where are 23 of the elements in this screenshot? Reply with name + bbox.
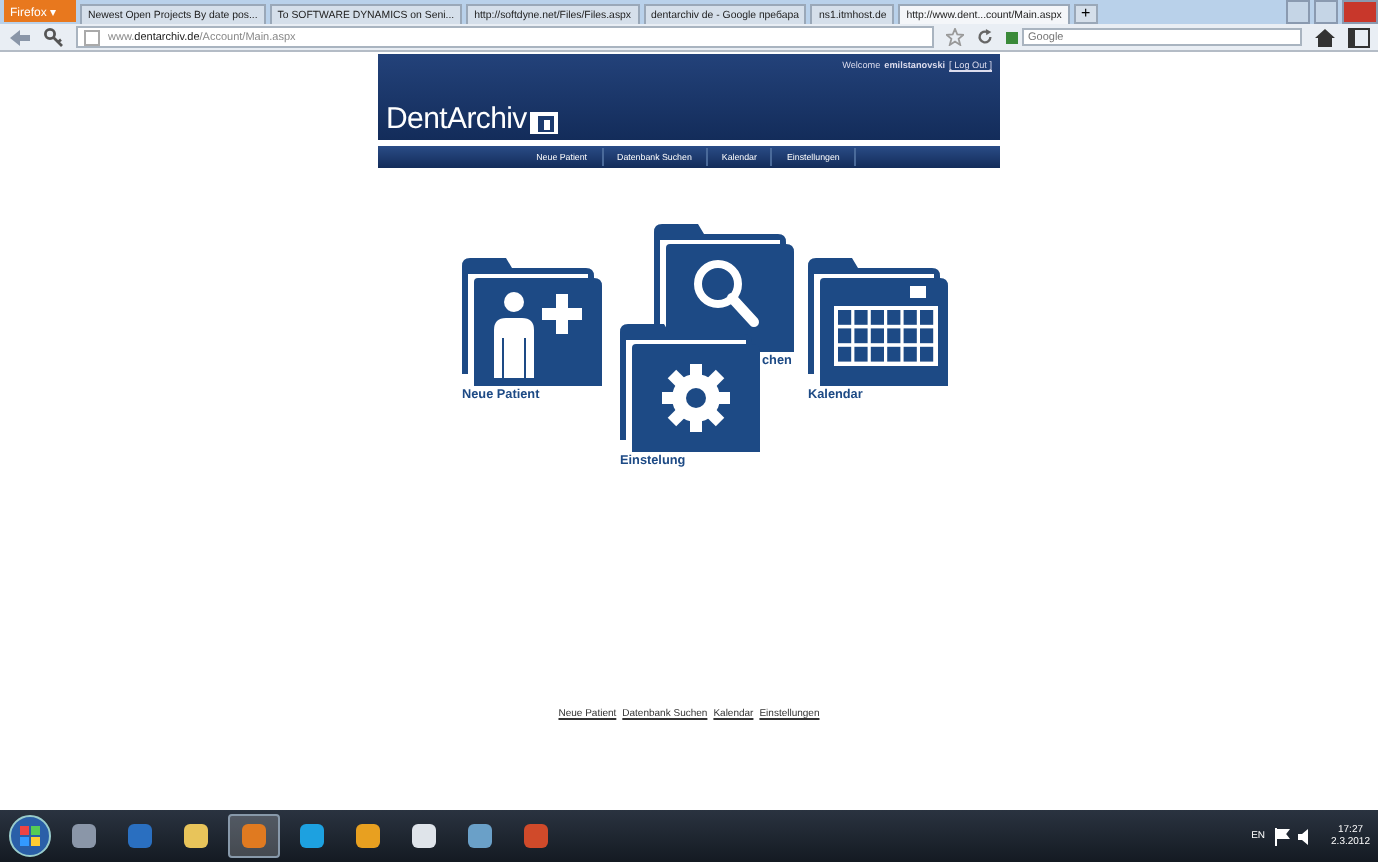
key-icon bbox=[44, 27, 64, 47]
app-icon bbox=[410, 822, 438, 850]
app-icon bbox=[70, 822, 98, 850]
app-icon bbox=[354, 822, 382, 850]
search-folder-icon[interactable] bbox=[654, 224, 794, 352]
logo-text: DentArchiv bbox=[386, 104, 527, 134]
patient-folder-icon[interactable] bbox=[462, 258, 602, 386]
app-icon bbox=[298, 822, 326, 850]
new-tab-button[interactable]: + bbox=[1073, 4, 1098, 24]
app-icon bbox=[240, 822, 268, 850]
home-icon[interactable] bbox=[1314, 27, 1336, 47]
flag-icon[interactable] bbox=[1273, 827, 1290, 845]
app-icon bbox=[182, 822, 210, 850]
back-icon[interactable] bbox=[8, 27, 32, 47]
app-icon bbox=[522, 822, 550, 850]
settings-folder-icon[interactable] bbox=[620, 324, 760, 452]
calendar-folder-icon[interactable] bbox=[808, 258, 948, 386]
app-icon bbox=[466, 822, 494, 850]
reload-icon[interactable] bbox=[976, 28, 994, 46]
window-icon[interactable] bbox=[1348, 27, 1370, 47]
start-button[interactable] bbox=[8, 814, 52, 858]
star-icon[interactable] bbox=[946, 28, 964, 46]
app-icon bbox=[126, 822, 154, 850]
